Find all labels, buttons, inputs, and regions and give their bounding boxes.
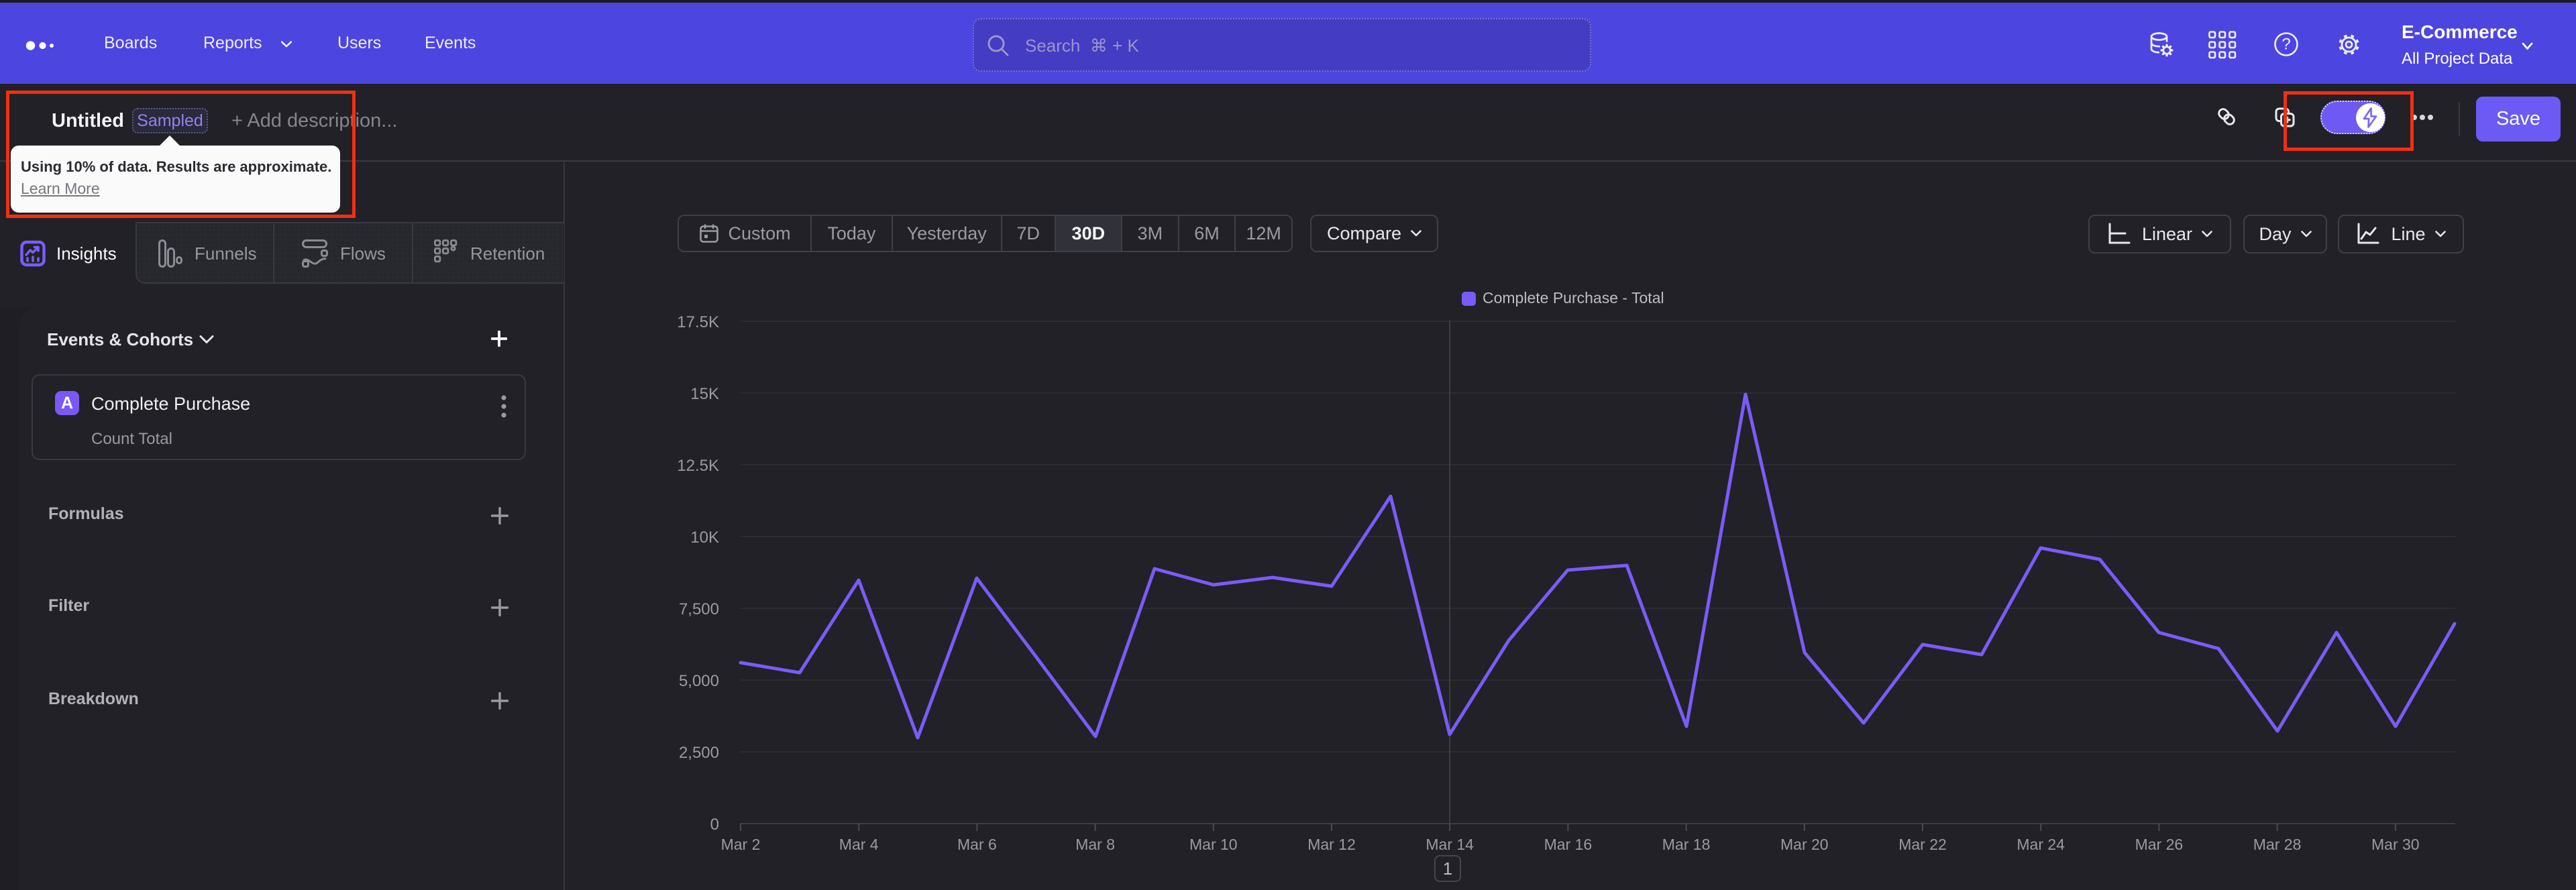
svg-text:Mar 26: Mar 26 xyxy=(2135,836,2184,853)
svg-text:Mar 16: Mar 16 xyxy=(1544,836,1593,853)
svg-text:2,500: 2,500 xyxy=(679,744,719,762)
svg-text:Mar 4: Mar 4 xyxy=(839,836,879,853)
svg-text:7,500: 7,500 xyxy=(679,600,719,618)
svg-text:Mar 2: Mar 2 xyxy=(721,836,761,853)
svg-text:Mar 22: Mar 22 xyxy=(1898,836,1947,853)
svg-text:Mar 18: Mar 18 xyxy=(1662,836,1711,853)
svg-text:17.5K: 17.5K xyxy=(677,313,719,331)
svg-text:Mar 28: Mar 28 xyxy=(2253,836,2302,853)
svg-text:Mar 12: Mar 12 xyxy=(1307,836,1356,853)
svg-text:Mar 6: Mar 6 xyxy=(957,836,997,853)
svg-text:10K: 10K xyxy=(690,529,719,547)
svg-text:Mar 30: Mar 30 xyxy=(2371,836,2420,853)
svg-text:Mar 10: Mar 10 xyxy=(1189,836,1238,853)
svg-text:5,000: 5,000 xyxy=(679,672,719,690)
svg-text:Mar 20: Mar 20 xyxy=(1780,836,1829,853)
svg-text:Mar 24: Mar 24 xyxy=(2017,836,2065,853)
svg-text:?: ? xyxy=(2282,36,2290,54)
svg-text:Mar 8: Mar 8 xyxy=(1075,836,1115,853)
svg-text:0: 0 xyxy=(710,816,719,834)
svg-text:15K: 15K xyxy=(690,385,719,403)
svg-text:Mar 14: Mar 14 xyxy=(1426,836,1474,853)
svg-text:12.5K: 12.5K xyxy=(677,457,719,475)
